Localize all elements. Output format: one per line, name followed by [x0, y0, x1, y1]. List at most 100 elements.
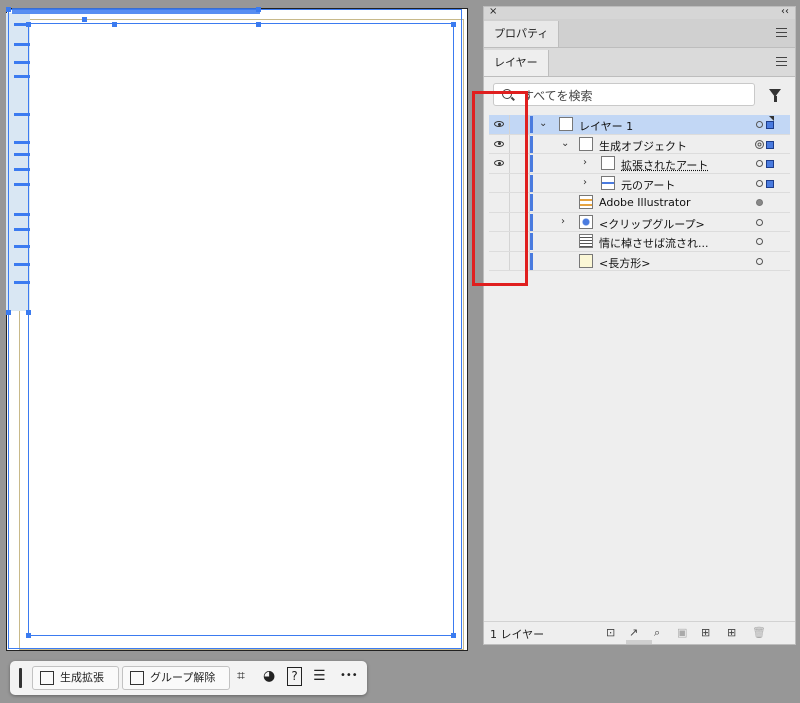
new-sublayer-icon[interactable]: ⊞	[701, 626, 710, 639]
panel-menu-icon[interactable]	[776, 28, 787, 40]
search-row	[484, 77, 795, 117]
more-options-icon[interactable]: •••	[340, 670, 358, 681]
target-filled-circle-icon[interactable]	[756, 199, 763, 206]
layer-name[interactable]: <クリップグループ>	[599, 216, 705, 232]
layer-row-text[interactable]: 情に棹させば流され...	[489, 232, 790, 252]
ungroup-icon	[130, 671, 144, 685]
selection-handle[interactable]	[256, 7, 261, 12]
tab-properties[interactable]: プロパティ	[484, 21, 560, 47]
layer-thumbnail	[579, 136, 593, 151]
search-box[interactable]	[493, 83, 755, 106]
ungroup-label: グループ解除	[150, 671, 216, 684]
drag-handle[interactable]	[19, 668, 22, 688]
generative-expand-label: 生成拡張	[60, 671, 104, 684]
target-circle-icon[interactable]	[756, 121, 763, 128]
trash-icon[interactable]: 🗑	[752, 626, 766, 639]
layer-name[interactable]: 生成オブジェクト	[599, 138, 687, 154]
layer-name[interactable]: Adobe Illustrator	[599, 196, 691, 209]
layer-thumbnail	[579, 253, 593, 268]
selection-indicator[interactable]	[766, 179, 774, 188]
tab-row-layers: レイヤー	[484, 48, 795, 77]
layers-panel: × ‹‹ プロパティ レイヤー ⌄ レイヤー 1	[483, 6, 796, 645]
selection-handle[interactable]	[112, 22, 117, 27]
tab-layers[interactable]: レイヤー	[484, 50, 549, 76]
selection-handle[interactable]	[26, 633, 31, 638]
layer-name[interactable]: <長方形>	[599, 255, 650, 271]
target-circle-icon[interactable]	[756, 179, 763, 187]
layer-row-adobe-illustrator[interactable]: Adobe Illustrator	[489, 193, 790, 213]
layer-row-generated-object[interactable]: ⌄ 生成オブジェクト	[489, 134, 790, 154]
collapse-panel-icon[interactable]: ‹‹	[781, 6, 789, 17]
transform-icon[interactable]: ⌗	[237, 668, 245, 684]
selection-handle[interactable]	[26, 22, 31, 27]
panel-resize-grip[interactable]	[626, 640, 652, 644]
selection-handle[interactable]	[6, 7, 11, 12]
chevron-right-icon[interactable]: ›	[561, 216, 565, 227]
ungroup-button[interactable]: グループ解除	[122, 666, 230, 690]
menu-icon[interactable]: ☰	[313, 668, 326, 684]
tab-row-properties: プロパティ	[484, 19, 795, 48]
clipping-mask-icon[interactable]: ▣	[677, 626, 687, 639]
layer-thumbnail	[601, 175, 615, 190]
selection-indicator[interactable]	[766, 160, 774, 168]
search-input[interactable]	[520, 86, 744, 105]
current-layer-corner-icon	[769, 116, 774, 121]
layer-color-bar	[530, 155, 533, 172]
chevron-down-icon[interactable]: ⌄	[561, 138, 569, 149]
layer-name[interactable]: 元のアート	[621, 177, 675, 193]
chevron-right-icon[interactable]: ›	[583, 157, 587, 168]
locate-object-icon[interactable]: ⌕	[654, 626, 660, 640]
target-double-circle-icon[interactable]	[755, 139, 764, 149]
target-circle-icon[interactable]	[756, 257, 763, 265]
chevron-right-icon[interactable]: ›	[583, 177, 587, 188]
chevron-down-icon[interactable]: ⌄	[539, 118, 547, 129]
layer-row-layer1[interactable]: ⌄ レイヤー 1	[489, 115, 790, 135]
target-circle-icon[interactable]	[756, 218, 763, 226]
layer-color-bar	[530, 174, 533, 192]
layer-name[interactable]: 拡張されたアート	[621, 157, 708, 173]
layer-count: 1 レイヤー	[490, 628, 545, 641]
collect-for-export-icon[interactable]: ⊡	[606, 626, 615, 639]
layer-color-bar	[530, 194, 533, 211]
export-icon[interactable]: ↗	[629, 626, 638, 639]
panel-footer: 1 レイヤー ⊡ ↗ ⌕ ▣ ⊞ ⊞ 🗑	[484, 621, 795, 644]
panel-title-bar: × ‹‹	[484, 6, 795, 19]
layer-color-bar	[530, 213, 533, 231]
layers-menu-icon[interactable]	[776, 57, 787, 69]
layers-list: ⌄ レイヤー 1 ⌄ 生成オブジェクト › 拡張されたアート › 元のアート A…	[489, 115, 790, 271]
layer-name[interactable]: 情に棹させば流され...	[599, 235, 709, 251]
selection-handle[interactable]	[256, 22, 261, 27]
inner-selection-box[interactable]	[28, 23, 454, 636]
layer-thumbnail	[579, 234, 593, 248]
contextual-task-bar: 生成拡張 グループ解除 ⌗ ◕ ? ☰ •••	[10, 661, 367, 695]
layer-name[interactable]: レイヤー 1	[579, 118, 633, 134]
target-circle-icon[interactable]	[756, 238, 763, 245]
target-circle-icon[interactable]	[756, 160, 763, 167]
help-icon[interactable]: ?	[287, 667, 302, 686]
layer-row-original-art[interactable]: › 元のアート	[489, 173, 790, 193]
layer-color-bar	[530, 252, 533, 270]
new-layer-icon[interactable]: ⊞	[727, 626, 736, 639]
selection-handle[interactable]	[26, 310, 31, 315]
generative-expand-icon	[40, 671, 54, 685]
selection-handle[interactable]	[82, 17, 87, 22]
recolor-icon[interactable]: ◕	[263, 668, 275, 684]
layer-row-expanded-art[interactable]: › 拡張されたアート	[489, 154, 790, 174]
selection-handle[interactable]	[6, 310, 11, 315]
layer-row-clip-group[interactable]: › <クリップグループ>	[489, 212, 790, 232]
selection-indicator[interactable]	[766, 140, 774, 149]
selection-handle[interactable]	[451, 22, 456, 27]
canvas[interactable]	[0, 0, 476, 660]
layer-thumbnail	[601, 156, 615, 170]
filter-icon[interactable]	[769, 89, 781, 102]
selection-indicator[interactable]	[766, 121, 774, 129]
selection-handle[interactable]	[451, 633, 456, 638]
layer-row-rectangle[interactable]: <長方形>	[489, 251, 790, 271]
annotation-highlight-box	[472, 91, 528, 286]
layer-thumbnail	[579, 214, 593, 229]
close-panel-icon[interactable]: ×	[489, 6, 497, 17]
layer-color-bar	[530, 116, 533, 133]
layer-thumbnail	[579, 195, 593, 209]
generative-expand-button[interactable]: 生成拡張	[32, 666, 119, 690]
top-edge-path[interactable]	[12, 8, 260, 14]
